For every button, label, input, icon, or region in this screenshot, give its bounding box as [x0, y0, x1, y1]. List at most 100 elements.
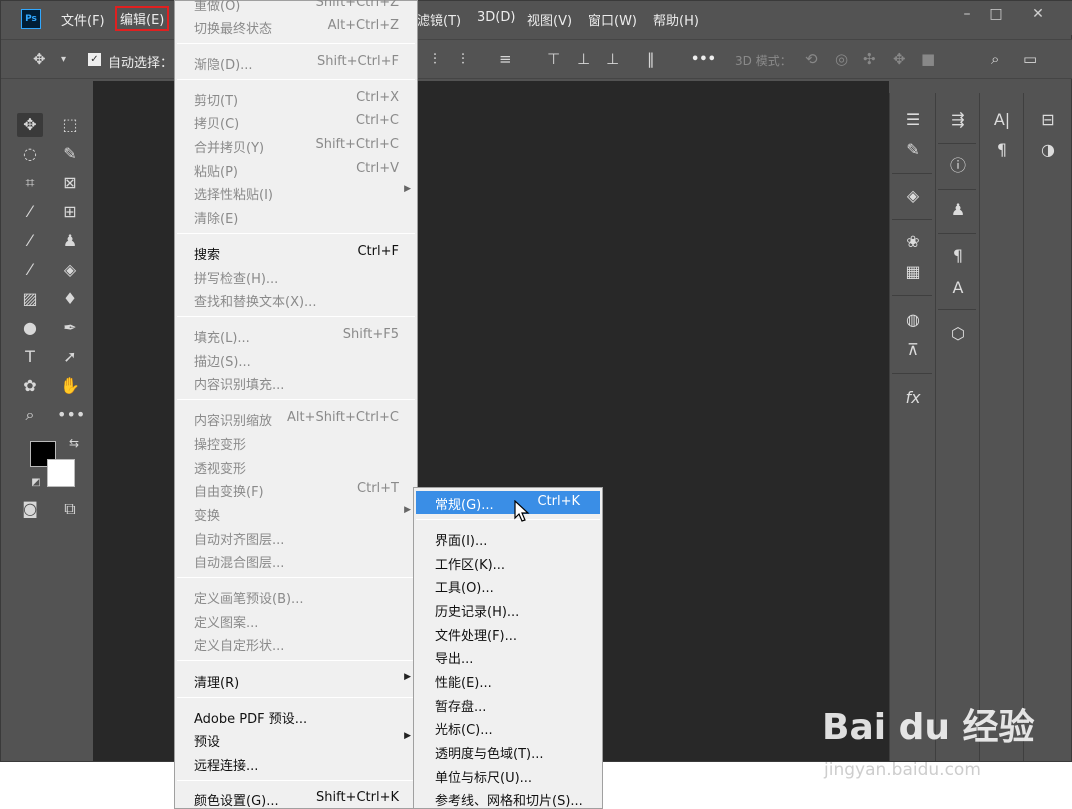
info-icon[interactable]: ⓘ: [944, 153, 972, 179]
menu-item-define-pattern[interactable]: 定义图案...: [175, 609, 417, 632]
screen-mode-icon[interactable]: ⧉: [57, 497, 83, 521]
menu-item-define-shape[interactable]: 定义自定形状...: [175, 632, 417, 655]
menu-filter[interactable]: 滤镜(T): [417, 10, 461, 29]
pan-3d-icon[interactable]: ✣: [863, 50, 876, 68]
menu-item-puppet-warp[interactable]: 操控变形: [175, 431, 417, 454]
menu-item-color-settings[interactable]: 颜色设置(G)... Shift+Ctrl+K: [175, 787, 417, 809]
brush-settings-icon[interactable]: ✎: [899, 137, 927, 163]
menu-item-auto-blend-layers[interactable]: 自动混合图层...: [175, 549, 417, 572]
blur-tool-icon[interactable]: ♦: [57, 287, 83, 311]
slide-3d-icon[interactable]: ✥: [893, 50, 906, 68]
swap-colors-icon[interactable]: ⇆: [61, 431, 87, 455]
gradient-tool-icon[interactable]: ▨: [17, 287, 43, 311]
more-options-button[interactable]: •••: [691, 52, 716, 67]
submenu-item-tools[interactable]: 工具(O)...: [414, 574, 602, 597]
default-colors-icon[interactable]: ◩: [23, 471, 49, 495]
menu-item-copy-merged[interactable]: 合并拷贝(Y) Shift+Ctrl+C: [175, 134, 417, 157]
paragraph-icon[interactable]: ¶: [988, 137, 1016, 163]
maximize-button[interactable]: □: [983, 5, 1009, 25]
menu-item-find-replace[interactable]: 查找和替换文本(X)...: [175, 288, 417, 311]
brush-tool-icon[interactable]: ⁄: [17, 229, 43, 253]
stamp-tool-icon[interactable]: ♟: [57, 229, 83, 253]
align-top-icon[interactable]: ⊤: [547, 50, 560, 68]
hand-tool-icon[interactable]: ✋: [57, 374, 83, 398]
3d-panel-icon[interactable]: ⬡: [944, 321, 972, 347]
menu-item-stroke[interactable]: 描边(S)...: [175, 348, 417, 371]
crop-tool-icon[interactable]: ⌗: [17, 171, 43, 195]
align-bottom-icon[interactable]: ⊥: [606, 50, 619, 68]
menu-3d[interactable]: 3D(D): [477, 10, 515, 25]
menu-item-toggle-last-state[interactable]: 切换最终状态 Alt+Ctrl+Z: [175, 15, 417, 38]
dodge-tool-icon[interactable]: ●: [17, 316, 43, 340]
menu-item-content-aware-scale[interactable]: 内容识别缩放 Alt+Shift+Ctrl+C: [175, 407, 417, 430]
menu-edit[interactable]: 编辑(E): [115, 6, 170, 31]
submenu-item-history[interactable]: 历史记录(H)...: [414, 598, 602, 621]
clone-source-icon[interactable]: ♟: [944, 197, 972, 223]
menu-item-define-brush[interactable]: 定义画笔预设(B)...: [175, 585, 417, 608]
menu-item-paste[interactable]: 粘贴(P) Ctrl+V: [175, 158, 417, 181]
menu-item-copy[interactable]: 拷贝(C) Ctrl+C: [175, 110, 417, 133]
libraries-icon[interactable]: ⊟: [1034, 107, 1062, 133]
adjustments-icon[interactable]: ◑: [1034, 137, 1062, 163]
history-icon[interactable]: ⇶: [944, 107, 972, 133]
menu-item-clear[interactable]: 清除(E): [175, 205, 417, 228]
menu-item-perspective-warp[interactable]: 透视变形: [175, 455, 417, 478]
eraser-tool-icon[interactable]: ◈: [57, 258, 83, 282]
menu-item-remote-connections[interactable]: 远程连接...: [175, 752, 417, 775]
search-icon[interactable]: ⌕: [991, 50, 999, 68]
submenu-item-units-rulers[interactable]: 单位与标尺(U)...: [414, 764, 602, 787]
menu-item-presets[interactable]: 预设 ▶: [175, 728, 417, 751]
menu-help[interactable]: 帮助(H): [653, 10, 699, 29]
pen-tool-icon[interactable]: ✒: [57, 316, 83, 340]
frame-tool-icon[interactable]: ⊠: [57, 171, 83, 195]
zoom-tool-icon[interactable]: ⌕: [17, 403, 43, 427]
character-icon[interactable]: A|: [988, 107, 1016, 133]
menu-item-fill[interactable]: 填充(L)... Shift+F5: [175, 324, 417, 347]
submenu-item-export[interactable]: 导出...: [414, 645, 602, 668]
path-select-tool-icon[interactable]: ➚: [57, 345, 83, 369]
submenu-item-transparency[interactable]: 透明度与色域(T)...: [414, 740, 602, 763]
move-tool-icon[interactable]: ✥: [17, 113, 43, 137]
menu-item-transform[interactable]: 变换 ▶: [175, 502, 417, 525]
chevron-down-icon[interactable]: ▾: [61, 54, 66, 65]
menu-item-auto-align-layers[interactable]: 自动对齐图层...: [175, 526, 417, 549]
distribute-vertical-icon[interactable]: ‖: [647, 50, 655, 68]
submenu-item-general[interactable]: 常规(G)... Ctrl+K: [416, 491, 600, 514]
orbit-3d-icon[interactable]: ⟲: [805, 50, 818, 68]
swatches-icon[interactable]: ❀: [899, 229, 927, 255]
submenu-item-cursors[interactable]: 光标(C)...: [414, 716, 602, 739]
submenu-item-scratch-disks[interactable]: 暂存盘...: [414, 693, 602, 716]
scale-3d-icon[interactable]: ■: [921, 50, 935, 68]
minimize-button[interactable]: –: [954, 5, 980, 25]
marquee-tool-icon[interactable]: ⬚: [57, 113, 83, 137]
paths-icon[interactable]: ⊼: [899, 337, 927, 363]
distribute-icon[interactable]: ≡: [499, 50, 512, 68]
align-middle-icon[interactable]: ⊥: [577, 50, 590, 68]
menu-item-content-aware-fill[interactable]: 内容识别填充...: [175, 371, 417, 394]
align-center-icon[interactable]: ⫶: [433, 50, 437, 68]
submenu-item-workspace[interactable]: 工作区(K)...: [414, 551, 602, 574]
menu-item-search[interactable]: 搜索 Ctrl+F: [175, 241, 417, 264]
shape-tool-icon[interactable]: ✿: [17, 374, 43, 398]
character-styles-icon[interactable]: A: [944, 275, 972, 301]
menu-item-paste-special[interactable]: 选择性粘贴(I) ▶: [175, 181, 417, 204]
channels-icon[interactable]: ◍: [899, 307, 927, 333]
auto-select-checkbox[interactable]: ✓: [88, 53, 101, 66]
align-right-icon[interactable]: ⫶: [461, 50, 465, 68]
close-button[interactable]: ✕: [1025, 5, 1051, 25]
healing-tool-icon[interactable]: ⊞: [57, 200, 83, 224]
menu-view[interactable]: 视图(V): [527, 10, 572, 29]
menu-item-redo[interactable]: 重做(O) Shift+Ctrl+Z: [175, 0, 417, 15]
menu-item-purge[interactable]: 清理(R) ▶: [175, 669, 417, 692]
quick-select-tool-icon[interactable]: ✎: [57, 142, 83, 166]
background-color-swatch[interactable]: [47, 459, 75, 487]
type-tool-icon[interactable]: T: [17, 345, 43, 369]
more-tools-icon[interactable]: •••: [57, 403, 85, 427]
move-tool-icon[interactable]: ✥: [33, 50, 46, 68]
paragraph-styles-icon[interactable]: ¶: [944, 243, 972, 269]
roll-3d-icon[interactable]: ◎: [835, 50, 848, 68]
submenu-item-guides-grid[interactable]: 参考线、网格和切片(S)...: [414, 787, 602, 809]
menu-item-free-transform[interactable]: 自由变换(F) Ctrl+T: [175, 478, 417, 501]
workspace-icon[interactable]: ▭: [1023, 50, 1037, 68]
quick-mask-icon[interactable]: ◙: [17, 497, 43, 521]
